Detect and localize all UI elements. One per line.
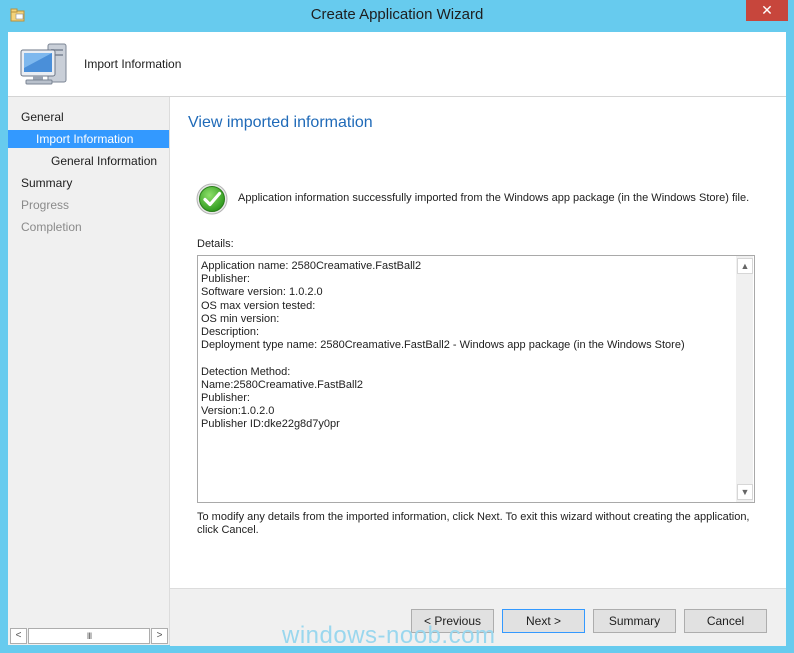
details-line: Publisher ID:dke22g8d7y0pr xyxy=(201,418,340,431)
sidebar-item-summary[interactable]: Summary xyxy=(8,174,169,192)
details-line: Description: xyxy=(201,326,260,339)
sidebar-item-general[interactable]: General xyxy=(8,108,169,126)
details-line: Detection Method: xyxy=(201,365,291,378)
details-line: Publisher: xyxy=(201,392,250,405)
window-frame: Create Application Wizard ✕ Import Infor… xyxy=(0,0,794,653)
details-line: Name:2580Creamative.FastBall2 xyxy=(201,378,364,391)
success-message: Application information successfully imp… xyxy=(238,192,750,204)
monitor-computer-icon xyxy=(20,43,67,85)
details-line xyxy=(201,352,731,365)
details-label: Details: xyxy=(197,238,234,250)
sidebar-item-completion: Completion xyxy=(21,220,82,234)
scroll-left-button[interactable]: < xyxy=(10,628,27,644)
wizard-header: Import Information xyxy=(8,32,786,97)
summary-button[interactable]: Summary xyxy=(593,609,676,633)
wizard-main-panel: View imported information Application in… xyxy=(170,97,786,587)
watermark-text: windows-noob.com xyxy=(282,622,496,649)
details-line: OS min version: xyxy=(201,312,280,325)
scroll-up-button[interactable]: ▲ xyxy=(737,258,753,274)
cancel-button[interactable]: Cancel xyxy=(684,609,767,633)
page-heading: View imported information xyxy=(188,114,373,131)
scroll-down-button[interactable]: ▼ xyxy=(737,484,753,500)
scroll-thumb[interactable]: III xyxy=(28,628,150,644)
green-check-icon xyxy=(196,183,228,215)
close-button[interactable]: ✕ xyxy=(746,0,788,21)
wizard-step-sidebar: General Import Information General Infor… xyxy=(8,97,170,645)
wizard-client-area: Import Information General Import Inform… xyxy=(8,32,786,646)
details-line: Deployment type name: 2580Creamative.Fas… xyxy=(201,339,685,352)
details-line: OS max version tested: xyxy=(201,299,316,312)
sidebar-item-progress: Progress xyxy=(21,198,70,212)
window-title: Create Application Wizard xyxy=(310,6,484,23)
details-line: Software version: 1.0.2.0 xyxy=(201,286,323,299)
header-title: Import Information xyxy=(84,57,182,71)
title-bar[interactable]: Create Application Wizard ✕ xyxy=(0,0,794,32)
instruction-note: To modify any details from the imported … xyxy=(197,511,750,536)
details-vertical-scrollbar[interactable]: ▲ ▼ xyxy=(736,256,753,502)
details-textbox[interactable]: Application name: 2580Creamative.FastBal… xyxy=(197,255,755,503)
details-line: Publisher: xyxy=(201,273,250,286)
sidebar-item-import-information[interactable]: Import Information xyxy=(8,130,169,148)
details-line: Version:1.0.2.0 xyxy=(201,405,275,418)
scroll-right-button[interactable]: > xyxy=(151,628,168,644)
next-button[interactable]: Next > xyxy=(502,609,585,633)
sidebar-item-general-information[interactable]: General Information xyxy=(8,152,169,170)
details-content: Application name: 2580Creamative.FastBal… xyxy=(201,260,731,432)
sidebar-horizontal-scrollbar[interactable]: < III > xyxy=(8,627,169,644)
details-line: Application name: 2580Creamative.FastBal… xyxy=(201,260,422,272)
